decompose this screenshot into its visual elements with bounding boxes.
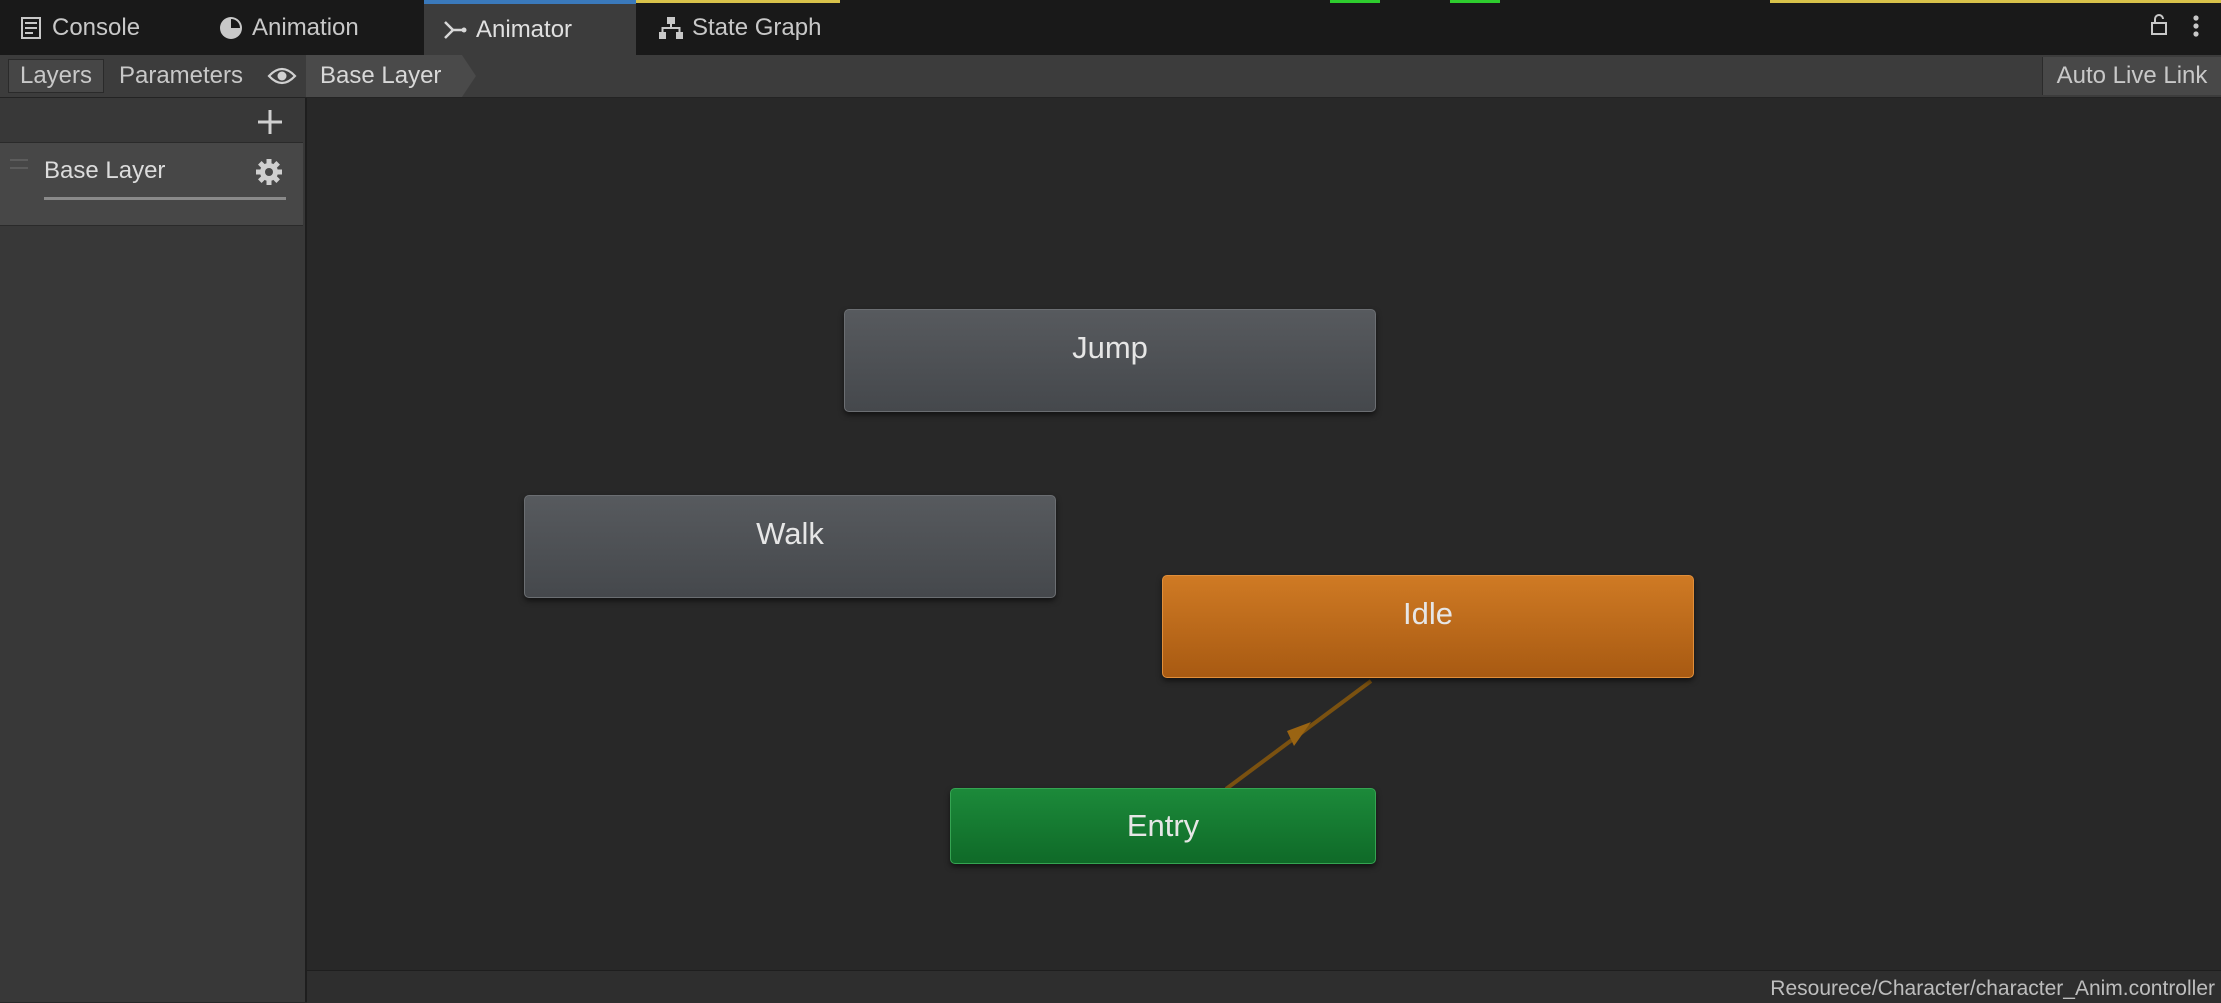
state-name: Entry xyxy=(1126,808,1200,843)
lock-button[interactable] xyxy=(2150,14,2168,36)
layer-settings-button[interactable] xyxy=(254,157,284,187)
tab-label: Animator xyxy=(476,15,573,43)
visibility-toggle-button[interactable] xyxy=(260,59,304,93)
state-node-walk[interactable]: Walk xyxy=(524,495,1056,598)
state-name: Idle xyxy=(1403,596,1453,631)
hierarchy-icon xyxy=(658,15,684,41)
auto-live-link-button[interactable]: Auto Live Link xyxy=(2042,57,2221,95)
state-name: Walk xyxy=(756,516,824,551)
state-node-entry[interactable]: Entry xyxy=(950,788,1376,864)
gear-icon xyxy=(256,159,282,185)
layers-tab-label: Layers xyxy=(19,62,93,89)
tab-strip-highlight xyxy=(1450,0,1500,3)
tab-strip-highlight xyxy=(1770,0,2221,3)
tab-animator[interactable]: Animator xyxy=(424,0,636,55)
tab-label: Animation xyxy=(252,13,359,41)
clock-icon xyxy=(218,15,244,41)
animator-icon xyxy=(442,17,468,43)
layer-weight-bar xyxy=(44,197,286,200)
console-icon xyxy=(18,15,44,41)
layers-panel: Base Layer xyxy=(0,98,307,1002)
breadcrumb-label: Base Layer xyxy=(320,62,442,89)
parameters-tab-label: Parameters xyxy=(118,62,244,89)
parameters-tab-button[interactable]: Parameters xyxy=(106,59,256,93)
tab-state-graph[interactable]: State Graph xyxy=(640,0,870,55)
layer-name: Base Layer xyxy=(44,157,166,184)
state-graph-canvas[interactable]: Jump Walk Idle Entry xyxy=(307,98,2221,970)
status-bar: Resourece/Character/character_Anim.contr… xyxy=(307,970,2221,1003)
asset-path: Resourece/Character/character_Anim.contr… xyxy=(1770,977,2215,1000)
add-layer-button[interactable] xyxy=(252,104,288,140)
auto-live-link-label: Auto Live Link xyxy=(2056,62,2208,89)
state-name: Jump xyxy=(1072,330,1148,365)
breadcrumb[interactable]: Base Layer xyxy=(306,55,476,97)
state-node-jump[interactable]: Jump xyxy=(844,309,1376,412)
layers-tab-button[interactable]: Layers xyxy=(8,59,104,93)
tab-animation[interactable]: Animation xyxy=(200,0,420,55)
eye-icon xyxy=(267,67,297,85)
tab-label: Console xyxy=(52,13,141,41)
more-options-button[interactable] xyxy=(2192,14,2200,38)
kebab-menu-icon xyxy=(2193,15,2199,37)
animator-toolbar: Layers Parameters Base Layer Auto Live L… xyxy=(0,55,2221,98)
lock-icon xyxy=(2151,14,2167,35)
drag-handle-icon[interactable] xyxy=(10,159,28,169)
state-node-idle[interactable]: Idle xyxy=(1162,575,1694,678)
layer-item[interactable]: Base Layer xyxy=(0,142,303,226)
plus-icon xyxy=(258,110,282,134)
tab-strip-highlight xyxy=(1330,0,1380,3)
window-tab-bar: Console Animation Animator State Graph xyxy=(0,0,2221,56)
tab-console[interactable]: Console xyxy=(0,0,200,55)
tab-label: State Graph xyxy=(692,13,822,41)
